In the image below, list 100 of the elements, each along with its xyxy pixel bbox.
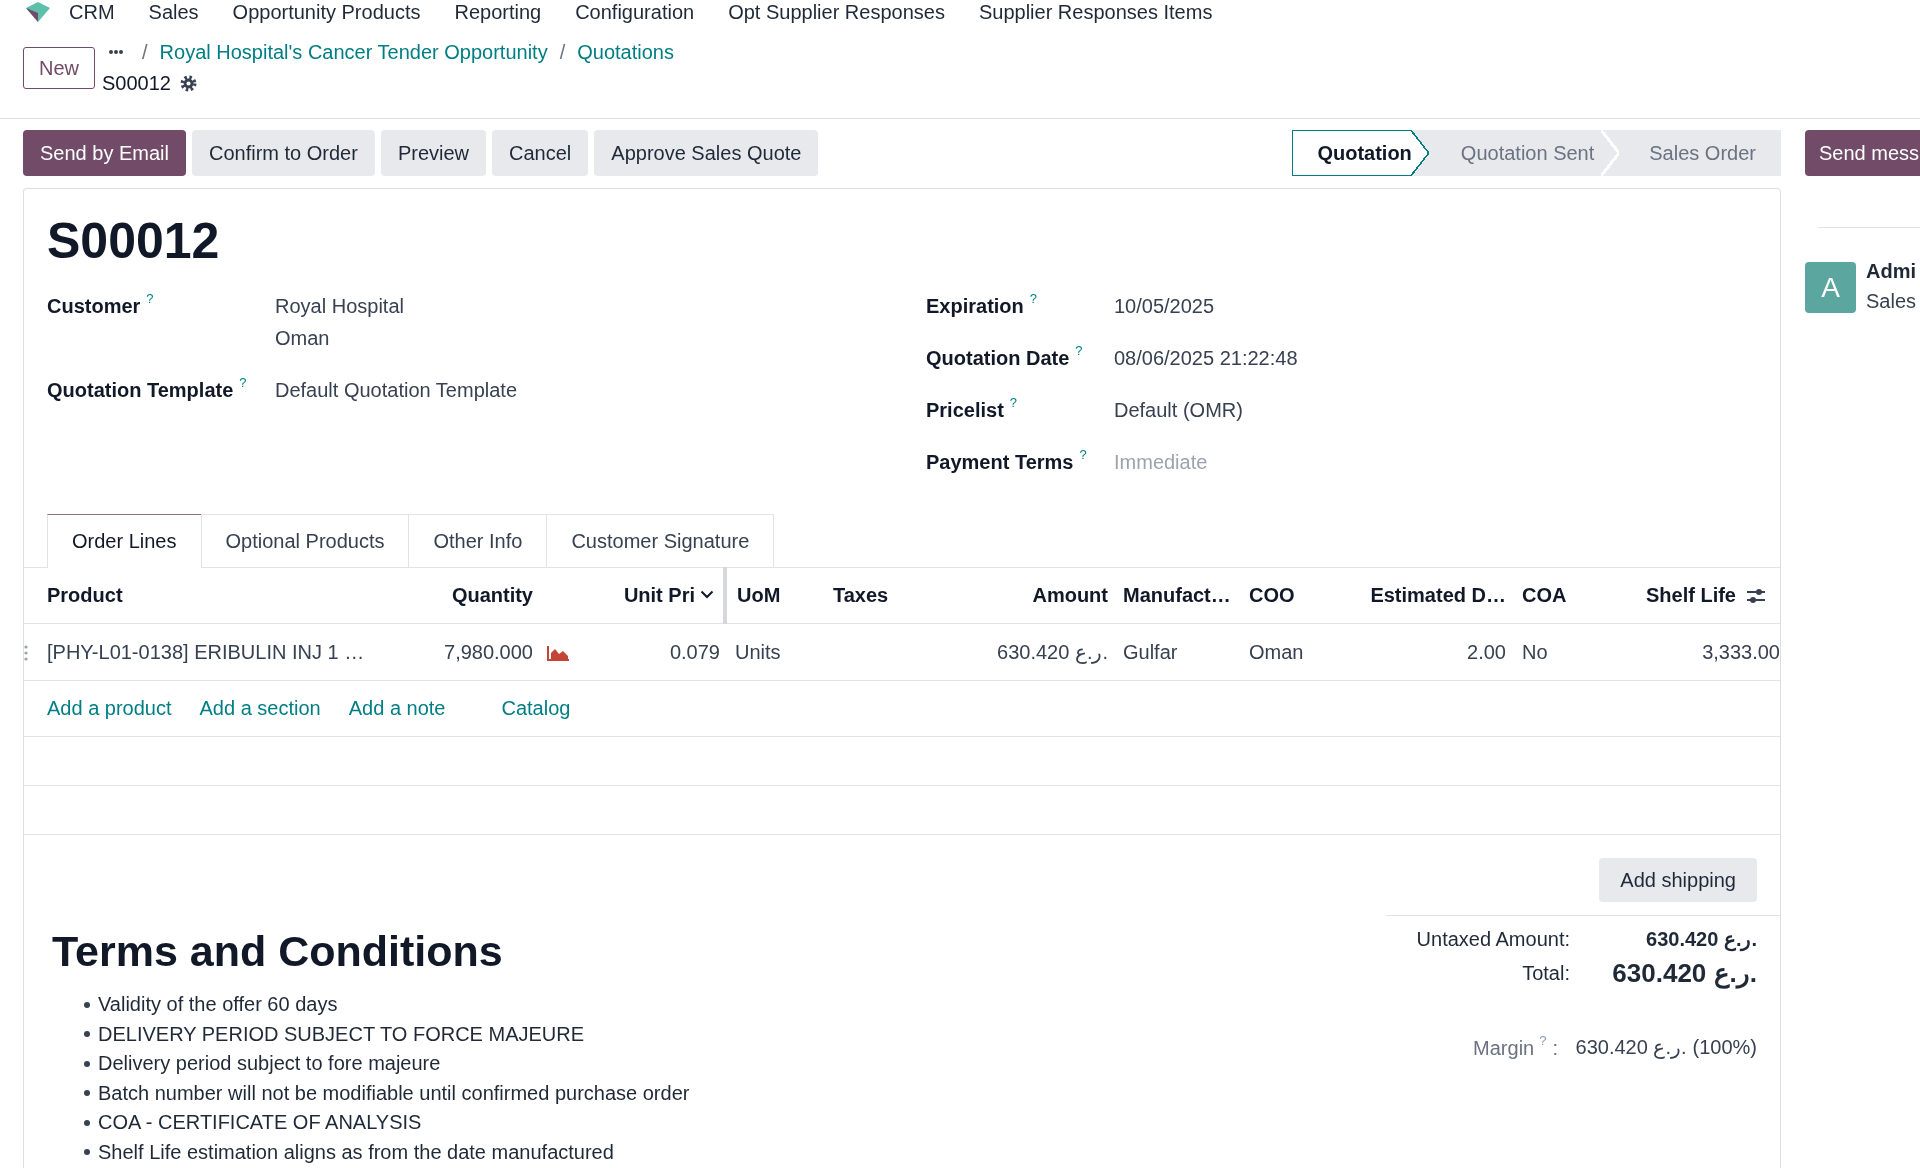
help-mark[interactable]: ? — [1079, 447, 1087, 462]
status-stage[interactable]: Sales Order — [1619, 130, 1781, 176]
column-header[interactable]: Shelf Life — [1646, 584, 1736, 606]
breadcrumb-link[interactable]: Royal Hospital's Cancer Tender Opportunity — [159, 40, 548, 64]
input-field[interactable]: Royal Hospital Oman — [275, 290, 404, 354]
app-logo-icon[interactable] — [25, 1, 51, 23]
input-field[interactable]: Immediate — [1114, 446, 1214, 478]
column-header[interactable]: UoM — [737, 584, 781, 606]
bullet-icon — [84, 1031, 90, 1038]
total-value: 630.420 ر.ع. — [1612, 957, 1757, 988]
status-stage[interactable]: Quotation Sent — [1428, 130, 1620, 176]
tab[interactable]: Order Lines — [47, 514, 202, 568]
table-cell: Units — [735, 640, 781, 663]
total-label: Untaxed Amount: — [1416, 927, 1570, 950]
add-line-link[interactable]: Add a product — [47, 697, 172, 719]
help-mark[interactable]: ? — [1075, 343, 1083, 358]
add-shipping-button[interactable]: Add shipping — [1599, 858, 1757, 902]
send-message-button[interactable]: Send mess — [1805, 130, 1920, 176]
breadcrumb-separator: / — [558, 40, 567, 64]
terms-heading: Terms and Conditions — [52, 926, 504, 977]
label-colon: : — [1552, 1037, 1558, 1059]
help-mark[interactable]: ? — [146, 291, 154, 306]
message-text: Sales — [1866, 289, 1917, 313]
column-header[interactable]: Quantity — [451, 584, 533, 606]
ellipsis-icon[interactable] — [109, 50, 123, 54]
action-button[interactable]: Preview — [380, 130, 487, 176]
column-header[interactable]: Amount — [1032, 584, 1108, 606]
field-label: Customer — [47, 295, 141, 317]
field-label: Quotation Date — [926, 347, 1070, 369]
bullet-icon — [84, 1001, 90, 1008]
bullet-icon — [84, 1060, 90, 1067]
record-name: S00012 — [102, 71, 171, 95]
column-header[interactable]: Taxes — [833, 584, 889, 606]
input-field[interactable]: 08/06/2025 21:22:48 — [1114, 342, 1298, 374]
bullet-icon — [84, 1149, 90, 1156]
menu-item[interactable]: Opt Supplier Responses — [728, 1, 945, 23]
margin-percent: (100%) — [1692, 1036, 1757, 1058]
input-field[interactable]: Default Quotation Template — [275, 374, 517, 406]
table-cell: 3,333.00 — [1702, 640, 1780, 663]
add-line-link[interactable]: Add a section — [199, 697, 321, 719]
terms-item: Delivery period subject to fore majeure — [98, 1052, 441, 1076]
terms-item: Batch number will not be modifiable until confirmed purchase order — [98, 1081, 690, 1105]
column-header[interactable]: COA — [1522, 584, 1567, 606]
tab[interactable]: Customer Signature — [546, 514, 775, 567]
record-title: S00012 — [47, 212, 221, 271]
table-cell: 7,980.000 — [444, 640, 533, 663]
action-button[interactable]: Confirm to Order — [191, 130, 375, 176]
terms-item: DELIVERY PERIOD SUBJECT TO FORCE MAJEURE — [98, 1022, 585, 1046]
column-header[interactable]: COO — [1249, 584, 1295, 606]
field-label: Pricelist — [926, 399, 1004, 421]
table-cell: [PHY-L01-0138] ERIBULIN INJ 1 … — [47, 640, 365, 663]
bullet-icon — [84, 1119, 90, 1126]
help-mark[interactable]: ? — [1029, 291, 1038, 306]
terms-item: COA - CERTIFICATE OF ANALYSIS — [98, 1111, 422, 1135]
column-header[interactable]: Estimated D… — [1370, 584, 1506, 606]
menu-item[interactable]: Sales — [148, 1, 199, 23]
input-field[interactable]: Default (OMR) — [1114, 394, 1243, 426]
drag-handle-icon[interactable] — [24, 644, 28, 661]
menu-item[interactable]: Supplier Responses Items — [978, 1, 1213, 23]
menu-item[interactable]: Configuration — [575, 1, 695, 23]
table-cell: Gulfar — [1123, 640, 1178, 663]
action-button[interactable]: Send by Email — [23, 130, 186, 176]
input-field[interactable]: 10/05/2025 — [1114, 290, 1215, 322]
column-header[interactable]: Manufact… — [1123, 584, 1231, 606]
total-value: 630.420 ر.ع. — [1646, 928, 1757, 950]
menu-item[interactable]: Opportunity Products — [232, 1, 421, 23]
field-label: Expiration — [926, 295, 1024, 317]
table-cell: 2.00 — [1467, 640, 1506, 663]
column-header[interactable]: Unit Pri — [623, 584, 714, 606]
new-button[interactable]: New — [23, 47, 95, 89]
area-chart-icon[interactable] — [547, 644, 570, 661]
help-mark[interactable]: ? — [1009, 395, 1018, 410]
field-label: Payment Terms — [926, 451, 1074, 473]
bullet-icon — [84, 1090, 90, 1097]
table-cell: No — [1522, 640, 1548, 663]
total-label: Margin — [1473, 1037, 1535, 1059]
column-header[interactable]: Product — [47, 584, 123, 606]
terms-item: Shelf Life estimation aligns as from the date manufactured — [98, 1140, 614, 1164]
user-avatar: A — [1805, 262, 1856, 313]
chevron-down-icon[interactable] — [700, 590, 714, 599]
menu-item[interactable]: Reporting — [454, 1, 542, 23]
action-button[interactable]: Cancel — [492, 130, 589, 176]
field-label: Quotation Template — [47, 379, 234, 401]
table-cell: 630.420 ر.ع. — [997, 641, 1108, 663]
sliders-icon[interactable] — [1746, 588, 1766, 604]
message-author: Admi — [1866, 259, 1917, 283]
add-line-link[interactable]: Add a note — [348, 697, 446, 719]
action-button[interactable]: Approve Sales Quote — [594, 130, 819, 176]
app-name[interactable]: CRM — [69, 1, 115, 23]
total-value: 630.420 ر.ع. — [1575, 1036, 1687, 1058]
table-cell: Oman — [1249, 640, 1304, 663]
table-cell: 0.079 — [669, 640, 720, 663]
settings-icon[interactable] — [179, 74, 197, 92]
total-label: Total: — [1522, 961, 1570, 984]
add-line-link[interactable]: Catalog — [501, 697, 571, 719]
terms-item: Validity of the offer 60 days — [98, 993, 338, 1017]
breadcrumb-separator: / — [141, 40, 149, 64]
help-mark[interactable]: ? — [239, 375, 247, 390]
breadcrumb-link[interactable]: Quotations — [577, 40, 674, 64]
status-stage[interactable]: Quotation — [1292, 130, 1429, 176]
